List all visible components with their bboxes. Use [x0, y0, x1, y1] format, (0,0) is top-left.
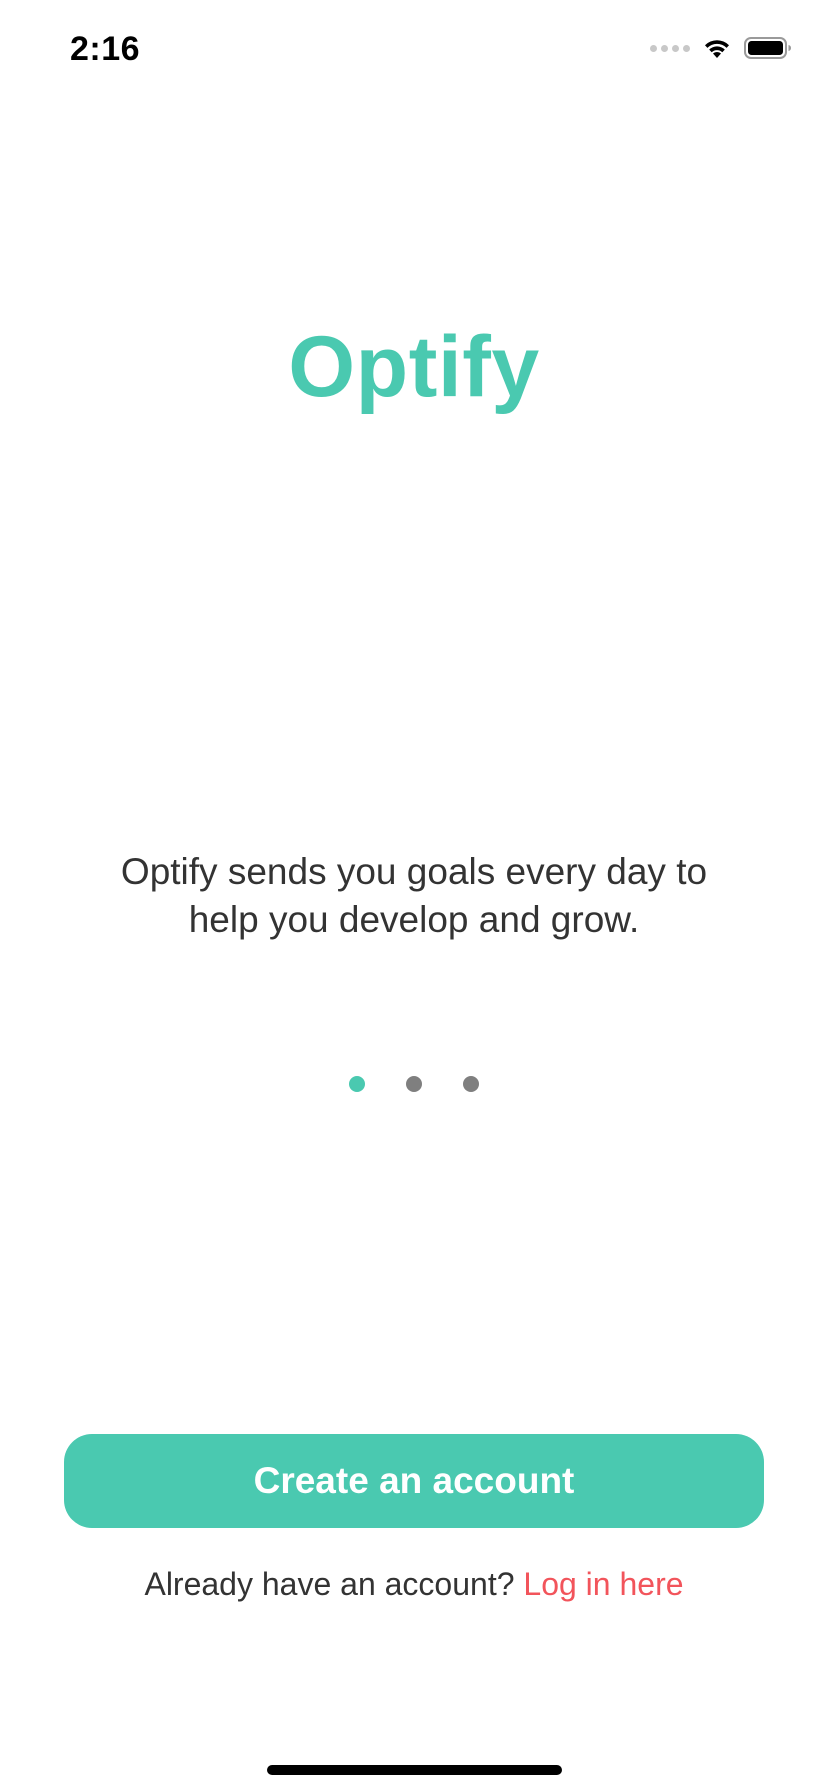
page-dot-1[interactable] — [349, 1076, 365, 1092]
battery-icon — [744, 37, 791, 59]
status-bar: 2:16 — [0, 0, 828, 100]
wifi-icon — [705, 40, 729, 58]
login-prompt-row: Already have an account? Log in here — [0, 1566, 828, 1603]
status-time: 2:16 — [70, 30, 141, 68]
status-icons — [650, 36, 792, 60]
login-link[interactable]: Log in here — [523, 1566, 683, 1602]
app-title: Optify — [288, 319, 540, 415]
onboarding-tagline: Optify sends you goals every day to help… — [120, 851, 708, 940]
page-dot-2[interactable] — [406, 1076, 422, 1092]
page-indicator[interactable] — [0, 1076, 828, 1092]
cellular-signal-icon — [650, 44, 690, 52]
login-prompt-text: Already have an account? — [144, 1566, 515, 1602]
home-indicator[interactable] — [267, 1765, 562, 1775]
page-dot-3[interactable] — [463, 1076, 479, 1092]
create-account-button[interactable]: Create an account — [64, 1434, 764, 1528]
